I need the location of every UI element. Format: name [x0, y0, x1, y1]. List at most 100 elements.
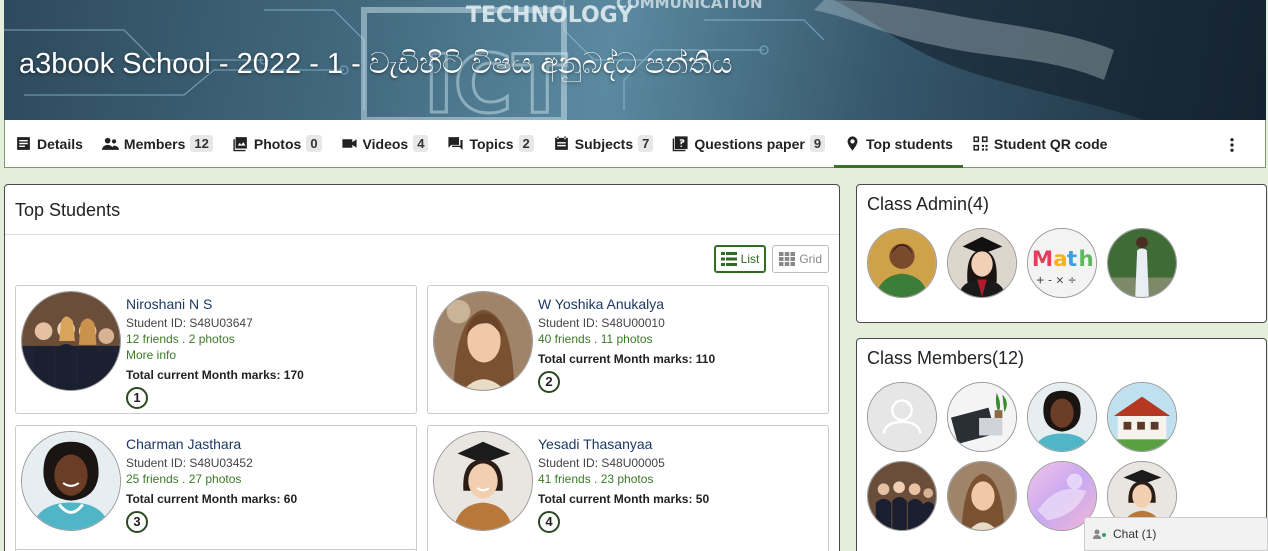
student-stats[interactable]: 40 friends . 11 photos: [538, 331, 715, 347]
tab-topics[interactable]: Topics 2: [447, 120, 543, 167]
tab-videos[interactable]: Videos 4: [341, 120, 439, 167]
student-stats[interactable]: 41 friends . 23 photos: [538, 471, 709, 487]
student-card[interactable]: W Yoshika Anukalya Student ID: S48U00010…: [427, 285, 829, 414]
tab-label: Questions paper: [694, 135, 805, 152]
more-info-link[interactable]: More info: [126, 347, 304, 363]
more-options-icon[interactable]: [1223, 136, 1241, 154]
top-students-panel: Top Students List Grid Niroshani N S Stu…: [4, 184, 840, 551]
details-icon: [17, 137, 30, 150]
tab-details[interactable]: Details: [15, 120, 93, 167]
questions-icon: [673, 136, 688, 152]
qr-code-icon: [973, 136, 988, 151]
panel-header: Top Students: [5, 185, 839, 235]
tab-count-badge: 9: [809, 135, 826, 152]
student-name[interactable]: W Yoshika Anukalya: [538, 296, 715, 312]
tab-count-badge: 4: [413, 135, 429, 152]
admin-avatar[interactable]: [867, 228, 937, 298]
list-view-label: List: [740, 252, 760, 266]
class-banner: ICT TECHNOLOGY COMMUNICATION a3book Scho…: [4, 0, 1266, 120]
student-marks: Total current Month marks: 170: [126, 368, 304, 382]
subjects-icon: [554, 136, 568, 150]
student-info: Yesadi Thasanyaa Student ID: S48U00005 4…: [538, 436, 709, 533]
tab-label: Student QR code: [993, 135, 1108, 152]
tab-count-badge: 12: [190, 135, 213, 152]
tab-count-badge: 7: [638, 135, 654, 152]
student-info: Charman Jasthara Student ID: S48U03452 2…: [126, 436, 297, 533]
student-name[interactable]: Niroshani N S: [126, 296, 304, 312]
tab-questions-paper[interactable]: Questions paper 9: [672, 120, 835, 167]
class-admin-title: Class Admin(4): [867, 194, 990, 214]
class-admin-panel: Class Admin(4) Ma t h + - × ÷: [856, 184, 1267, 323]
tab-student-qr-code[interactable]: Student QR code: [972, 120, 1118, 167]
chat-label: Chat (1): [1113, 527, 1157, 541]
tab-members[interactable]: Members 12: [101, 120, 223, 167]
svg-text:a: a: [1053, 247, 1067, 272]
student-id: Student ID: S48U03647: [126, 316, 253, 330]
tab-top-students[interactable]: Top students: [834, 120, 963, 168]
topics-icon: [448, 137, 464, 150]
banner-art-text: COMMUNICATION: [616, 0, 763, 12]
tab-label: Videos: [362, 135, 409, 152]
student-name[interactable]: Charman Jasthara: [126, 436, 297, 452]
view-toggle: List Grid: [713, 245, 829, 273]
rank-badge: 4: [538, 511, 560, 533]
student-stats[interactable]: 12 friends . 2 photos: [126, 331, 304, 347]
chat-users-icon: [1093, 529, 1106, 539]
banner-art-text: TECHNOLOGY: [466, 3, 634, 28]
admin-avatar[interactable]: [947, 228, 1017, 298]
videos-icon: [341, 139, 357, 148]
student-card[interactable]: Niroshani N S Student ID: S48U03647 12 f…: [15, 285, 417, 414]
svg-text:t: t: [1067, 247, 1077, 272]
rank-badge: 3: [126, 511, 148, 533]
member-avatar[interactable]: [947, 461, 1017, 531]
admin-avatar-list: Ma t h + - × ÷: [857, 224, 1266, 298]
student-stats[interactable]: 25 friends . 27 photos: [126, 471, 297, 487]
default-user-icon: [868, 383, 936, 451]
student-card[interactable]: Charman Jasthara Student ID: S48U03452 2…: [15, 425, 417, 551]
student-info: W Yoshika Anukalya Student ID: S48U00010…: [538, 296, 715, 393]
tab-label: Topics: [469, 135, 514, 152]
member-avatar[interactable]: [1027, 382, 1097, 452]
tab-label: Subjects: [574, 135, 634, 152]
student-marks: Total current Month marks: 50: [538, 492, 710, 506]
student-photo[interactable]: [21, 431, 121, 531]
tab-label: Top students: [866, 135, 953, 152]
location-pin-icon: [847, 136, 858, 151]
student-photo[interactable]: [433, 291, 533, 391]
member-avatar[interactable]: [867, 382, 937, 452]
grid-view-button[interactable]: Grid: [772, 245, 829, 273]
member-avatar-list: [857, 378, 1266, 531]
tab-label: Details: [37, 135, 83, 152]
student-name[interactable]: Yesadi Thasanyaa: [538, 436, 709, 452]
member-avatar[interactable]: [867, 461, 937, 531]
rank-badge: 2: [538, 371, 560, 393]
student-id: Student ID: S48U00010: [538, 316, 665, 330]
student-id: Student ID: S48U03452: [126, 456, 253, 470]
class-tab-bar: Details Members 12 Photos 0 Videos 4 Top…: [4, 120, 1266, 168]
student-photo[interactable]: [433, 431, 533, 531]
svg-text:h: h: [1079, 247, 1094, 272]
panel-title: Top Students: [15, 200, 121, 220]
members-icon: [101, 137, 119, 150]
admin-avatar[interactable]: [1107, 228, 1177, 298]
list-view-button[interactable]: List: [713, 245, 767, 273]
tab-subjects[interactable]: Subjects 7: [553, 120, 664, 167]
tab-count-badge: 2: [518, 135, 534, 152]
tab-photos[interactable]: Photos 0: [232, 120, 332, 167]
class-title: a3book School - 2022 - 1 - වැඩිහිටි විෂය…: [19, 48, 733, 80]
tab-label: Photos: [253, 135, 302, 152]
student-card[interactable]: Yesadi Thasanyaa Student ID: S48U00005 4…: [427, 425, 829, 551]
student-marks: Total current Month marks: 60: [126, 492, 298, 506]
admin-avatar[interactable]: Ma t h + - × ÷: [1027, 228, 1097, 298]
rank-badge: 1: [126, 387, 148, 409]
grid-view-label: Grid: [799, 252, 822, 266]
member-avatar[interactable]: [1107, 382, 1177, 452]
svg-text:+ - × ÷: + - × ÷: [1036, 273, 1077, 286]
member-avatar[interactable]: [947, 382, 1017, 452]
chat-launcher[interactable]: Chat (1): [1084, 517, 1268, 551]
class-members-title: Class Members(12): [867, 348, 1025, 368]
student-info: Niroshani N S Student ID: S48U03647 12 f…: [126, 296, 304, 409]
student-photo[interactable]: [21, 291, 121, 391]
photos-icon: [233, 137, 247, 152]
tab-count-badge: 0: [306, 135, 322, 152]
